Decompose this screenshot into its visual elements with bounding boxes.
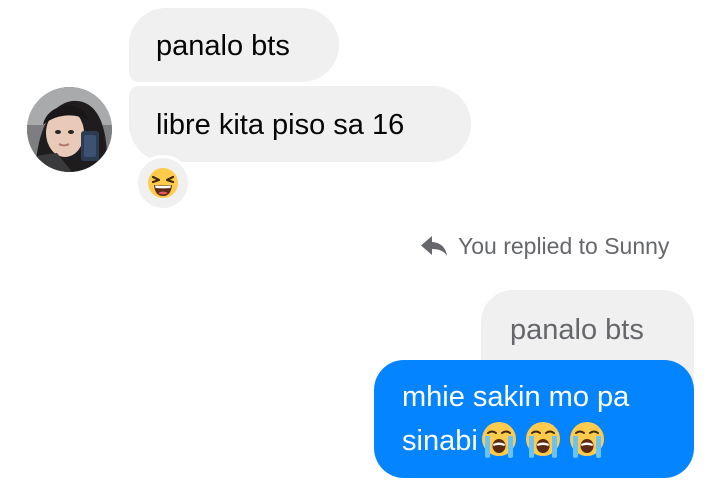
incoming-message-bubble[interactable]: panalo bts (129, 8, 339, 82)
loudly-crying-face-icon (569, 422, 604, 459)
avatar[interactable] (27, 87, 112, 172)
reply-arrow-icon (421, 236, 447, 256)
outgoing-message-bubble[interactable]: mhie sakin mo pa sinabi (374, 360, 694, 478)
message-line-with-emojis: sinabi (402, 419, 694, 463)
avatar-photo (27, 87, 112, 172)
grinning-squinting-face-icon (148, 168, 178, 198)
loudly-crying-face-icon (525, 422, 560, 459)
emoji-row (479, 422, 611, 460)
quoted-message-text: panalo bts (510, 314, 644, 346)
message-line: mhie sakin mo pa (402, 381, 630, 413)
loudly-crying-face-icon (481, 422, 516, 459)
message-reaction[interactable] (135, 155, 191, 211)
reply-context-label: You replied to Sunny (420, 228, 669, 264)
message-text: sinabi (402, 425, 478, 457)
message-text: panalo bts (156, 30, 290, 62)
message-text: libre kita piso sa 16 (156, 109, 405, 141)
incoming-message-bubble[interactable]: libre kita piso sa 16 (129, 86, 471, 162)
reply-context-text: You replied to Sunny (458, 232, 670, 259)
